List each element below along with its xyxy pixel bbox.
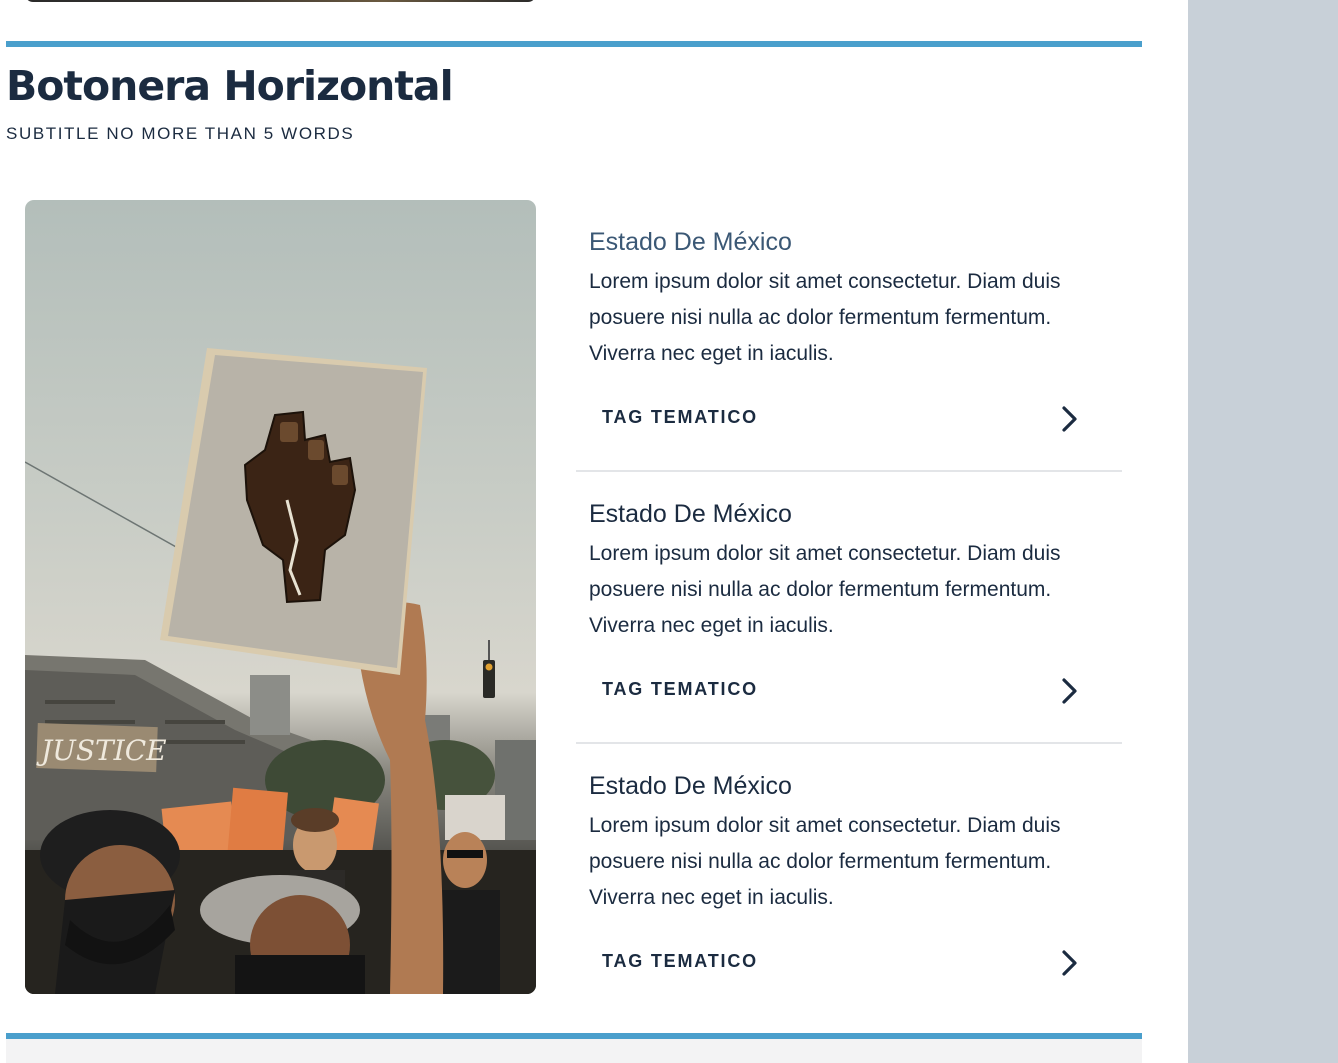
chevron-right-icon[interactable] <box>1058 948 1082 978</box>
item-tag[interactable]: TAG TEMATICO <box>602 407 758 428</box>
item-description: Lorem ipsum dolor sit amet consectetur. … <box>589 814 1061 909</box>
item-description: Lorem ipsum dolor sit amet consectetur. … <box>589 542 1061 637</box>
list-item[interactable]: Estado De México Lorem ipsum dolor sit a… <box>576 472 1122 744</box>
items-list: Estado De México Lorem ipsum dolor sit a… <box>576 200 1122 1016</box>
item-tag[interactable]: TAG TEMATICO <box>602 679 758 700</box>
item-title[interactable]: Estado De México <box>589 500 792 529</box>
section-top-rule <box>6 41 1142 47</box>
right-side-panel <box>1188 0 1338 1063</box>
list-item[interactable]: Estado De México Lorem ipsum dolor sit a… <box>576 744 1122 1016</box>
list-item[interactable]: Estado De México Lorem ipsum dolor sit a… <box>576 200 1122 472</box>
next-section-band <box>6 1039 1142 1063</box>
previous-section-image <box>25 0 536 2</box>
protest-photo: JUSTICE <box>25 200 536 994</box>
item-title[interactable]: Estado De México <box>589 228 792 257</box>
justice-sign-text: JUSTICE <box>36 734 167 767</box>
chevron-right-icon[interactable] <box>1058 404 1082 434</box>
section-subtitle: SUBTITLE NO MORE THAN 5 WORDS <box>6 124 355 143</box>
item-title[interactable]: Estado De México <box>589 772 792 801</box>
section-title: Botonera Horizontal <box>6 62 454 110</box>
chevron-right-icon[interactable] <box>1058 676 1082 706</box>
item-tag[interactable]: TAG TEMATICO <box>602 951 758 972</box>
item-description: Lorem ipsum dolor sit amet consectetur. … <box>589 270 1061 365</box>
